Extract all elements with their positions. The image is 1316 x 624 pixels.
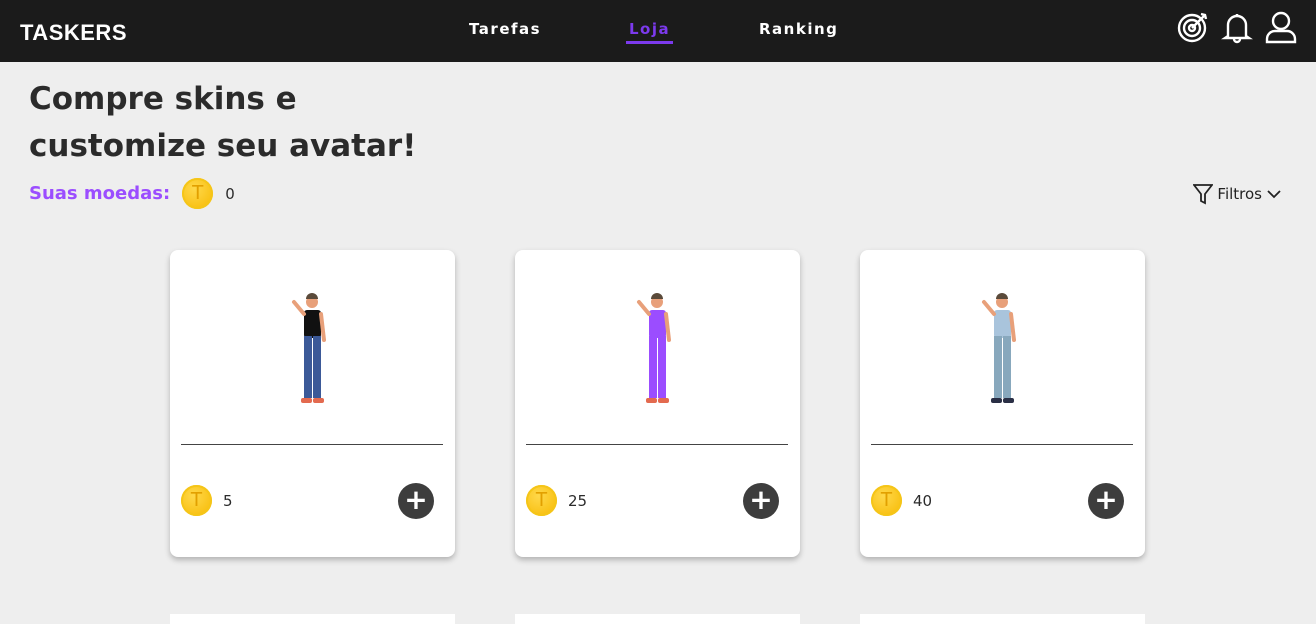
buy-button[interactable]: +: [398, 483, 434, 519]
nav-ranking[interactable]: Ranking: [759, 20, 838, 38]
card-divider: [526, 444, 788, 445]
bell-icon[interactable]: [1220, 10, 1254, 44]
target-icon[interactable]: [1176, 10, 1210, 44]
page-title: Compre skins e customize seu avatar!: [29, 81, 417, 164]
buy-button[interactable]: +: [743, 483, 779, 519]
avatar-skin-image: [982, 293, 1016, 403]
user-icon[interactable]: [1264, 10, 1298, 44]
price: T 40: [871, 485, 932, 516]
price-value: 25: [568, 491, 588, 510]
card-divider: [871, 444, 1133, 445]
top-nav: TASKERS Tarefas Loja Ranking: [0, 0, 1316, 62]
filter-icon: [1193, 184, 1214, 205]
buy-button[interactable]: +: [1088, 483, 1124, 519]
price-value: 40: [913, 491, 933, 510]
nav-loja[interactable]: Loja: [625, 20, 674, 44]
coin-icon: T: [871, 485, 902, 516]
coin-icon: T: [182, 178, 214, 209]
coin-icon: T: [181, 485, 212, 516]
coin-icon: T: [526, 485, 557, 516]
filter-label: Filtros: [1217, 185, 1262, 203]
avatar-skin-image: [292, 293, 326, 403]
skin-card: T 40 +: [860, 250, 1145, 557]
filter-button[interactable]: Filtros: [1193, 183, 1282, 205]
skin-card: T5 +: [170, 250, 455, 557]
price: T 25: [526, 485, 587, 516]
nav-tarefas[interactable]: Tarefas: [469, 20, 541, 38]
coins-value: 0: [225, 184, 235, 203]
coins-label: Suas moedas:: [29, 183, 171, 204]
card-divider: [181, 444, 443, 445]
price-value: 5: [223, 491, 233, 510]
user-coins: Suas moedas: T 0: [29, 178, 235, 209]
chevron-down-icon: [1267, 190, 1281, 199]
avatar-skin-image: [637, 293, 671, 403]
price: T5: [181, 485, 233, 516]
logo[interactable]: TASKERS: [20, 20, 127, 46]
skin-card: T 25 +: [515, 250, 800, 557]
